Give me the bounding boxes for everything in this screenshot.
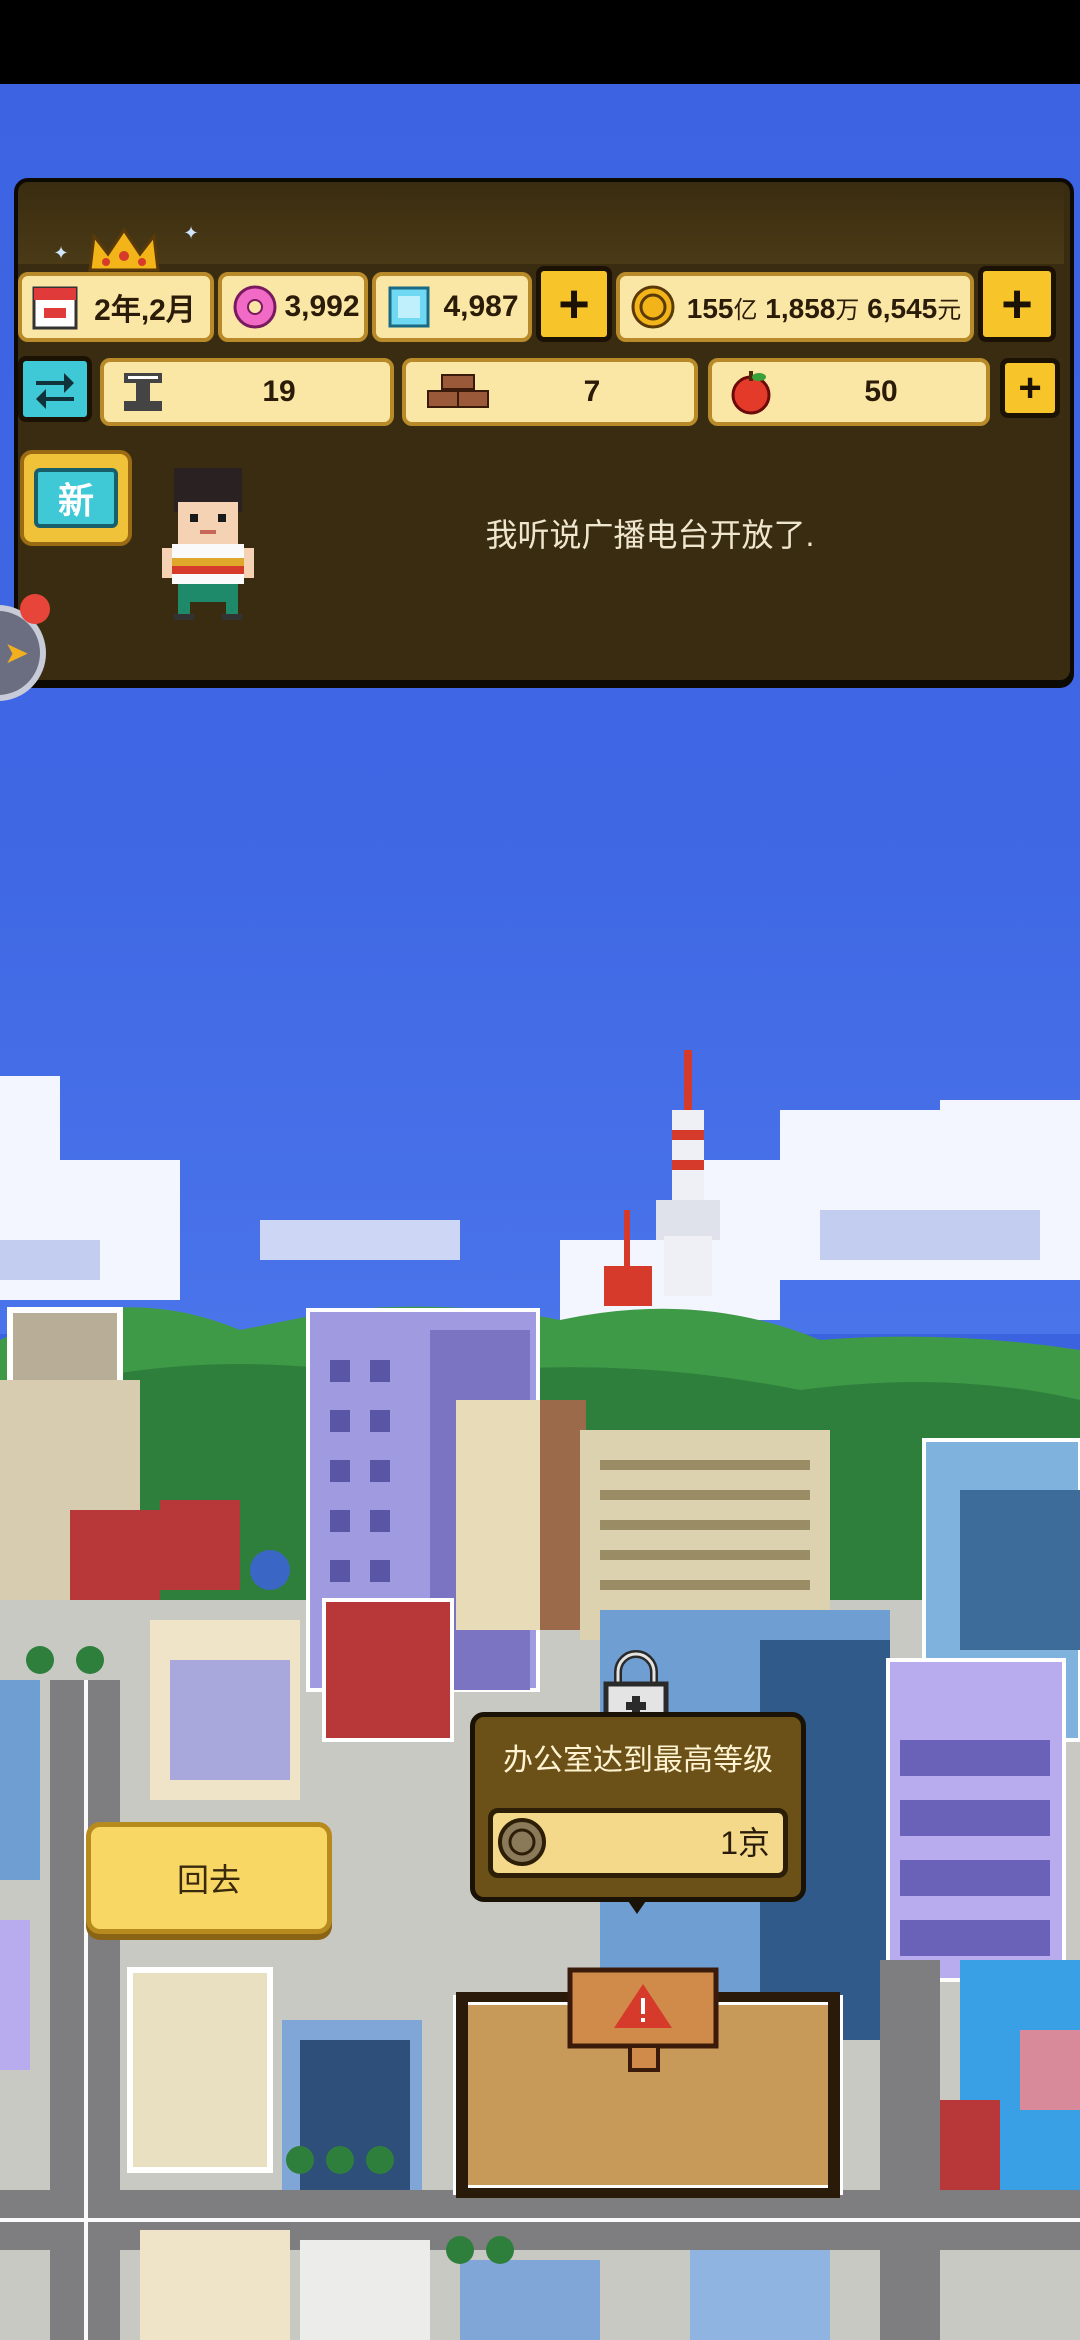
money-text: 155亿 1,858万 6,545元 xyxy=(686,292,962,324)
apple-pill[interactable]: 50 xyxy=(708,358,990,426)
sparkle-icon: ✦ xyxy=(53,243,69,263)
city-map[interactable] xyxy=(0,1040,1080,2340)
apple-icon xyxy=(731,371,771,415)
bricks-icon xyxy=(427,374,489,408)
popup-title: 办公室达到最高等级 xyxy=(503,1744,773,1777)
pink-gem-count: 3,992 xyxy=(284,290,360,323)
construction-lot[interactable] xyxy=(453,1967,843,2198)
news-message: 我听说广播电台开放了. xyxy=(485,517,815,553)
pink-gem-pill[interactable]: 3,992 xyxy=(218,272,368,342)
brick-count: 7 xyxy=(583,375,601,408)
add-resources-button[interactable]: + xyxy=(1000,358,1060,418)
add-money-button[interactable]: + xyxy=(978,266,1056,342)
cost-value: 1京 xyxy=(720,1825,770,1861)
brick-pill[interactable]: 7 xyxy=(402,358,698,426)
calendar-icon xyxy=(32,286,78,330)
date-text: 2年,2月 xyxy=(94,294,196,327)
coin-icon xyxy=(498,1818,546,1866)
steel-beam-icon xyxy=(124,373,162,411)
popup-pointer xyxy=(626,1898,648,1914)
blue-gem-icon xyxy=(388,286,430,328)
hud-top-strip xyxy=(18,182,1064,264)
swap-button[interactable] xyxy=(18,356,92,422)
clouds xyxy=(0,1076,1080,1320)
back-button[interactable]: 回去 xyxy=(86,1822,332,1934)
money-pill[interactable]: 155亿 1,858万 6,545元 xyxy=(616,272,974,342)
iron-pill[interactable]: 19 xyxy=(100,358,394,426)
sparkle-icon: ✦ xyxy=(183,223,199,243)
news-badge[interactable]: 新 xyxy=(20,450,132,546)
apple-count: 50 xyxy=(864,375,898,408)
blue-gem-count: 4,987 xyxy=(443,290,519,323)
blue-gem-pill[interactable]: 4,987 xyxy=(372,272,532,342)
status-bar xyxy=(0,0,1080,84)
news-badge-label: 新 xyxy=(34,468,118,528)
advisor-character xyxy=(162,468,254,620)
swap-arrows-icon xyxy=(36,373,74,409)
chevron-right-icon: ➤ xyxy=(4,637,30,670)
iron-count: 19 xyxy=(262,375,296,408)
add-gems-button[interactable]: + xyxy=(536,266,612,342)
date-pill[interactable]: 2年,2月 xyxy=(18,272,214,342)
crown-icon xyxy=(88,227,160,272)
notification-dot xyxy=(20,594,50,624)
coin-icon xyxy=(631,285,675,329)
pink-donut-gem-icon xyxy=(233,285,277,329)
